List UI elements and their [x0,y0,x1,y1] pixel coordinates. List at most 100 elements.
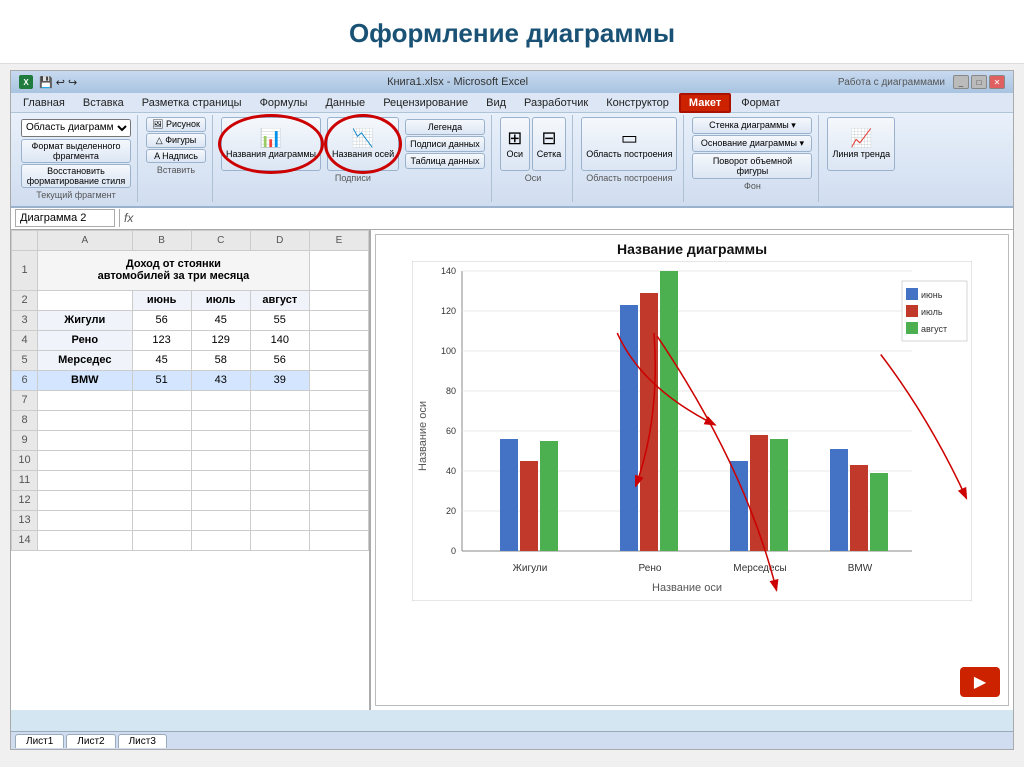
cell-c8[interactable] [191,410,250,430]
cell-e14[interactable] [309,530,368,550]
cell-d2[interactable]: август [250,290,309,310]
cell-c7[interactable] [191,390,250,410]
cell-d12[interactable] [250,490,309,510]
btn-tabl-dann[interactable]: Таблица данных [405,153,485,169]
menu-glavnaya[interactable]: Главная [15,95,73,111]
menu-recenzir[interactable]: Рецензирование [375,95,476,111]
cell-d3[interactable]: 55 [250,310,309,330]
btn-osnovanie[interactable]: Основание диаграммы ▾ [692,135,812,152]
btn-nadpis[interactable]: A Надпись [146,149,206,163]
btn-setka[interactable]: ⊟ Сетка [532,117,566,171]
cell-b2[interactable]: июнь [132,290,191,310]
btn-povorot[interactable]: Поворот объемной фигуры [692,153,812,179]
cell-c5[interactable]: 58 [191,350,250,370]
cell-b10[interactable] [132,450,191,470]
menu-format[interactable]: Формат [733,95,788,111]
cell-a2[interactable] [38,290,133,310]
cell-b6[interactable]: 51 [132,370,191,390]
maximize-btn[interactable]: □ [971,75,987,89]
cell-d10[interactable] [250,450,309,470]
btn-osi[interactable]: ⊞ Оси [500,117,530,171]
cell-a14[interactable] [38,530,133,550]
cell-c11[interactable] [191,470,250,490]
menu-razrab[interactable]: Разработчик [516,95,596,111]
cell-e2[interactable] [309,290,368,310]
menu-formuly[interactable]: Формулы [252,95,316,111]
cell-c13[interactable] [191,510,250,530]
cell-d6[interactable]: 39 [250,370,309,390]
cell-e4[interactable] [309,330,368,350]
cell-c6[interactable]: 43 [191,370,250,390]
menu-vstavka[interactable]: Вставка [75,95,132,111]
cell-b12[interactable] [132,490,191,510]
cell-c4[interactable]: 129 [191,330,250,350]
cell-e13[interactable] [309,510,368,530]
btn-stenka[interactable]: Стенка диаграммы ▾ [692,117,812,134]
cell-e8[interactable] [309,410,368,430]
close-btn[interactable]: ✕ [989,75,1005,89]
cell-b5[interactable]: 45 [132,350,191,370]
btn-liniya-trenda[interactable]: 📈 Линия тренда [827,117,895,171]
cell-e1[interactable] [309,250,368,290]
btn-risunok[interactable]: 🖼 Рисунок [146,117,206,132]
cell-a3[interactable]: Жигули [38,310,133,330]
cell-e5[interactable] [309,350,368,370]
cell-a8[interactable] [38,410,133,430]
btn-nazv-osei[interactable]: 📉 Названия осей [327,117,399,171]
formula-input[interactable] [137,212,1009,224]
cell-d11[interactable] [250,470,309,490]
sheet-tab-2[interactable]: Лист2 [66,734,115,748]
cell-a9[interactable] [38,430,133,450]
cell-b13[interactable] [132,510,191,530]
cell-a7[interactable] [38,390,133,410]
cell-d8[interactable] [250,410,309,430]
cell-a11[interactable] [38,470,133,490]
cell-e6[interactable] [309,370,368,390]
cell-e3[interactable] [309,310,368,330]
menu-konstruktor[interactable]: Конструктор [598,95,677,111]
cell-b9[interactable] [132,430,191,450]
cell-b7[interactable] [132,390,191,410]
cell-e11[interactable] [309,470,368,490]
cell-d14[interactable] [250,530,309,550]
minimize-btn[interactable]: _ [953,75,969,89]
cell-e12[interactable] [309,490,368,510]
cell-e10[interactable] [309,450,368,470]
cell-b8[interactable] [132,410,191,430]
sheet-tab-3[interactable]: Лист3 [118,734,167,748]
menu-razmetka[interactable]: Разметка страницы [134,95,250,111]
cell-c2[interactable]: июль [191,290,250,310]
cell-d7[interactable] [250,390,309,410]
btn-nazv-diagrammy[interactable]: 📊 Названия диаграммы [221,117,321,171]
cell-c12[interactable] [191,490,250,510]
sheet-tab-1[interactable]: Лист1 [15,734,64,748]
cell-a12[interactable] [38,490,133,510]
cell-c3[interactable]: 45 [191,310,250,330]
cell-d9[interactable] [250,430,309,450]
menu-vid[interactable]: Вид [478,95,514,111]
cell-a4[interactable]: Рено [38,330,133,350]
cell-d13[interactable] [250,510,309,530]
cell-b14[interactable] [132,530,191,550]
cell-c10[interactable] [191,450,250,470]
cell-a5[interactable]: Мерседес [38,350,133,370]
cell-c9[interactable] [191,430,250,450]
cell-b4[interactable]: 123 [132,330,191,350]
btn-podpisi-dann[interactable]: Подписи данных [405,136,485,152]
cell-a10[interactable] [38,450,133,470]
area-select[interactable]: Область диаграммы [21,119,131,137]
cell-b11[interactable] [132,470,191,490]
cell-e9[interactable] [309,430,368,450]
cell-d5[interactable]: 56 [250,350,309,370]
title-cell[interactable]: Доход от стоянкиавтомобилей за три месяц… [38,250,310,290]
btn-format-fragment[interactable]: Формат выделенного фрагмента [21,139,131,163]
cell-d4[interactable]: 140 [250,330,309,350]
menu-dannye[interactable]: Данные [317,95,373,111]
btn-figury[interactable]: △ Фигуры [146,133,206,148]
cell-a6[interactable]: BMW [38,370,133,390]
next-button[interactable]: ▶ [960,667,1000,697]
cell-b3[interactable]: 56 [132,310,191,330]
cell-e7[interactable] [309,390,368,410]
btn-restore-style[interactable]: Восстановить форматирование стиля [21,164,131,188]
cell-c14[interactable] [191,530,250,550]
